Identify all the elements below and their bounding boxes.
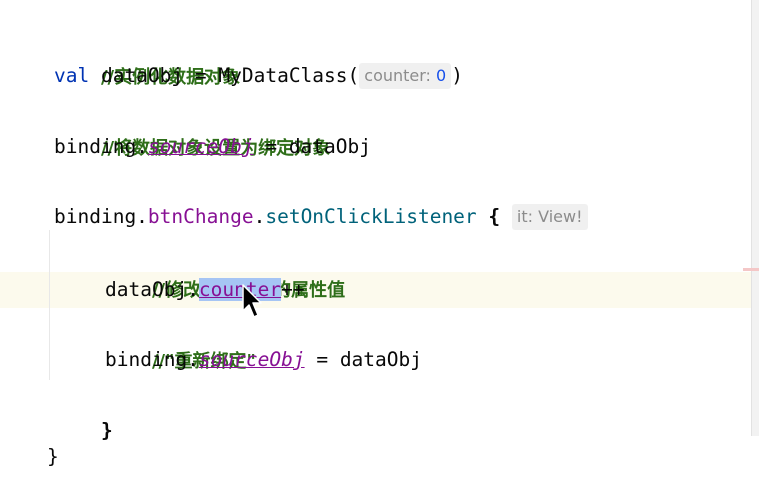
- indent-guide: [49, 230, 50, 380]
- code-line-4[interactable]: binding.sourceObj = dataObj: [54, 129, 371, 165]
- binding-receiver: binding.: [54, 135, 148, 158]
- val-keyword: val: [54, 64, 90, 87]
- code-line-9[interactable]: //"重新绑定": [105, 307, 256, 372]
- lambda-param-hint: it: View!: [511, 204, 588, 230]
- assignment: = dataObj: [304, 348, 422, 371]
- code-line-1[interactable]: //实例化数据对象: [54, 23, 240, 88]
- hint-value: 0: [436, 66, 447, 85]
- code-line-6[interactable]: binding.btnChange.setOnClickListener { i…: [54, 199, 588, 235]
- source-obj-property[interactable]: sourceObj: [148, 135, 254, 158]
- btn-change-field[interactable]: btnChange: [148, 205, 254, 228]
- mouse-pointer-icon: [242, 284, 262, 318]
- data-obj-declaration: dataObj = MyDataClass(: [89, 64, 360, 87]
- error-stripe-marker[interactable]: [743, 268, 759, 271]
- lambda-open-brace: {: [488, 205, 501, 228]
- parameter-hint: counter: 0: [359, 63, 452, 89]
- set-on-click-listener-method[interactable]: setOnClickListener: [265, 205, 476, 228]
- editor-scrollbar[interactable]: [751, 0, 759, 436]
- data-obj-receiver: dataObj.: [105, 278, 199, 301]
- hint-label: counter:: [364, 66, 437, 85]
- code-line-8[interactable]: dataObj.counter++: [105, 272, 305, 308]
- code-line-11[interactable]: }: [54, 377, 113, 442]
- assignment: = dataObj: [253, 135, 371, 158]
- code-line-10[interactable]: binding.sourceObj = dataObj: [105, 342, 422, 378]
- close-paren: ): [451, 64, 463, 87]
- increment-operator: ++: [281, 278, 305, 301]
- code-line-12[interactable]: }: [0, 412, 59, 468]
- code-line-7[interactable]: //修改数据对象的属性值: [105, 236, 345, 301]
- binding-receiver: binding.: [54, 205, 148, 228]
- source-obj-property[interactable]: sourceObj: [199, 348, 305, 371]
- code-editor[interactable]: //实例化数据对象 val dataObj = MyDataClass(coun…: [0, 0, 752, 468]
- lambda-close-brace: }: [100, 419, 113, 442]
- dot: .: [253, 205, 266, 228]
- code-line-2[interactable]: val dataObj = MyDataClass(counter: 0): [54, 58, 463, 94]
- code-line-3[interactable]: //将数据对象设置为绑定对象: [54, 94, 330, 159]
- outer-close-brace: }: [46, 445, 59, 468]
- binding-receiver: binding.: [105, 348, 199, 371]
